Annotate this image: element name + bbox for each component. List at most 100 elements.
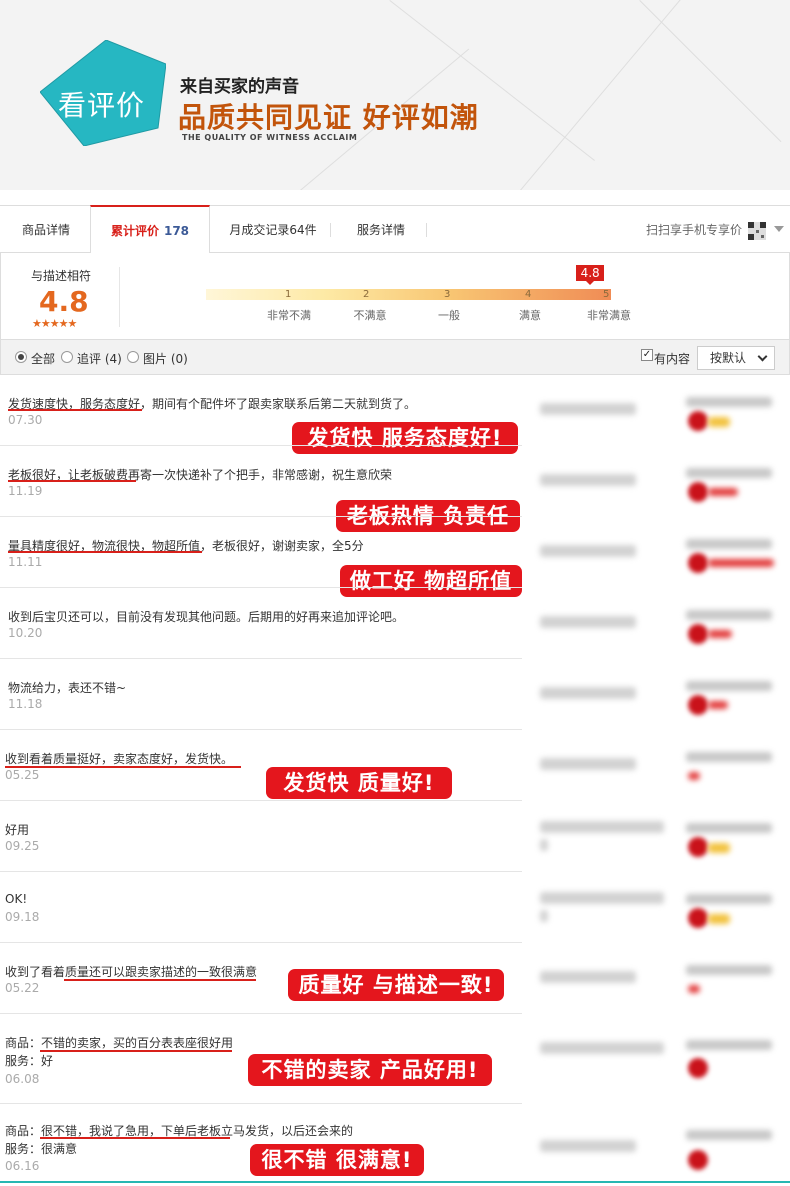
review-service-text: 服务：很满意 [5,1142,78,1156]
credit-badge [708,914,730,924]
blurred-username [686,539,772,549]
rating-marker: 4.8 [576,265,605,285]
blurred-sku [540,403,636,415]
blurred-username [686,965,772,975]
rating-stars: ★★★★★ [32,317,77,330]
review-date: 11.19 [8,484,43,498]
avatar [688,1150,708,1170]
tab-product-details[interactable]: 商品详情 [0,206,92,253]
credit-badge [708,488,738,496]
qr-code-icon[interactable] [748,222,766,240]
tick-4: 4 [525,289,532,300]
tick-1: 1 [285,289,292,300]
review-item: 发货速度快，服务态度好，期间有个配件坏了跟卖家联系后第二天就到货了。 07.30… [0,375,790,454]
review-text: 收到了看着质量还可以跟卖家描述的一致很满意 [5,965,258,979]
has-content-checkbox[interactable]: ✓ [641,349,653,361]
review-text: 商品：不错的卖家，买的百分表表座很好用 [5,1036,234,1050]
tab-label: 商品详情 [21,223,70,237]
blurred-sku [540,1140,636,1152]
avatar [688,553,708,573]
tab-label: 服务详情 [356,223,405,237]
review-date: 06.16 [5,1159,40,1173]
blurred-sku [540,687,636,699]
credit-badge [708,417,730,427]
blurred-username [686,397,772,407]
decor-line [639,0,782,143]
tab-divider [330,223,331,237]
review-item: 收到了看着质量还可以跟卖家描述的一致很满意 05.22 质量好 与描述一致! [0,943,790,1014]
review-date: 09.25 [5,839,40,853]
review-item: OK! 09.18 [0,872,790,943]
review-date: 11.18 [8,697,43,711]
review-service-text: 服务：好 [5,1054,54,1068]
blurred-sku [540,1042,664,1054]
filter-all-label[interactable]: 全部 [31,350,55,367]
blurred-sku [540,616,636,628]
qr-label[interactable]: 扫扫享手机专享价 [646,221,742,238]
review-text: 收到看着质量挺好，卖家态度好，发货快。 [5,752,234,766]
tab-review-count: 178 [163,224,190,238]
highlight-underline [8,409,142,411]
radio-followup[interactable] [61,351,73,363]
credit-badge [708,630,732,638]
blurred-username [686,610,772,620]
tab-bar: 商品详情 累计评价 178 月成交记录64件 服务详情 扫扫享手机专享价 [0,205,790,254]
callout-label: 发货快 质量好! [266,767,452,799]
blurred-username [686,894,772,904]
tick-label-4: 满意 [519,309,541,322]
blurred-sku [540,474,636,486]
avatar [688,624,708,644]
header-banner: 看评价 来自买家的声音 品质共同见证 好评如潮 THE QUALITY OF W… [0,0,790,190]
tick-3: 3 [444,289,451,300]
sort-select[interactable]: 按默认 [697,346,775,370]
avatar [688,695,708,715]
chevron-down-icon [757,351,768,362]
blurred-sku [540,892,664,904]
blurred-sku [540,545,636,557]
review-text: OK! [5,892,28,906]
avatar [688,411,708,431]
tab-reviews[interactable]: 累计评价 178 [90,205,210,254]
avatar [688,837,708,857]
review-text: 收到后宝贝还可以，目前没有发现其他问题。后期用的好再来追加评论吧。 [8,610,405,624]
banner-title: 品质共同见证 好评如潮 [178,101,479,134]
review-item: 商品：不错的卖家，买的百分表表座很好用 服务：好 06.08 不错的卖家 产品好… [0,1014,790,1104]
filter-followup-label[interactable]: 追评 (4) [77,350,122,367]
review-item: 好用 09.25 [0,801,790,872]
summary-divider [119,267,120,327]
credit-badge [688,985,700,993]
highlight-underline [64,979,256,981]
tab-monthly-sales[interactable]: 月成交记录64件 [216,206,330,253]
tab-service-details[interactable]: 服务详情 [336,206,426,253]
filter-pictures-label[interactable]: 图片 (0) [143,350,188,367]
credit-badge [708,701,728,709]
banner-subtitle: 来自买家的声音 [180,77,299,97]
credit-badge [708,559,774,567]
credit-badge [708,843,730,853]
tick-label-5: 非常满意 [587,309,631,322]
radio-all[interactable] [15,351,27,363]
has-content-label[interactable]: 有内容 [654,350,690,367]
filter-bar: 全部 追评 (4) 图片 (0) ✓ 有内容 按默认 [0,339,790,375]
review-date: 09.18 [5,910,40,924]
sort-label: 按默认 [710,351,747,365]
blurred-sku [540,971,636,983]
highlight-underline [8,480,136,482]
rating-score: 4.8 [39,285,89,318]
review-item: 收到后宝贝还可以，目前没有发现其他问题。后期用的好再来追加评论吧。 10.20 [0,588,790,659]
avatar [688,482,708,502]
rating-gradient-bar [206,289,611,300]
review-item: 量具精度很好，物流很快，物超所值，老板很好，谢谢卖家，全5分 11.11 做工好… [0,517,790,597]
highlight-underline [40,1050,232,1052]
review-date: 10.20 [8,626,43,640]
radio-pictures[interactable] [127,351,139,363]
blurred-username [686,752,772,762]
blurred-sku [540,821,664,833]
chevron-down-icon[interactable] [774,226,784,232]
rating-summary: 与描述相符 4.8 ★★★★★ 4.8 1 2 3 4 5 非常不满 不满意 一… [0,253,790,339]
blurred-sku [540,910,548,922]
blurred-username [686,1130,772,1140]
tick-label-3: 一般 [438,309,460,322]
review-date: 05.22 [5,981,40,995]
blurred-sku [540,758,636,770]
